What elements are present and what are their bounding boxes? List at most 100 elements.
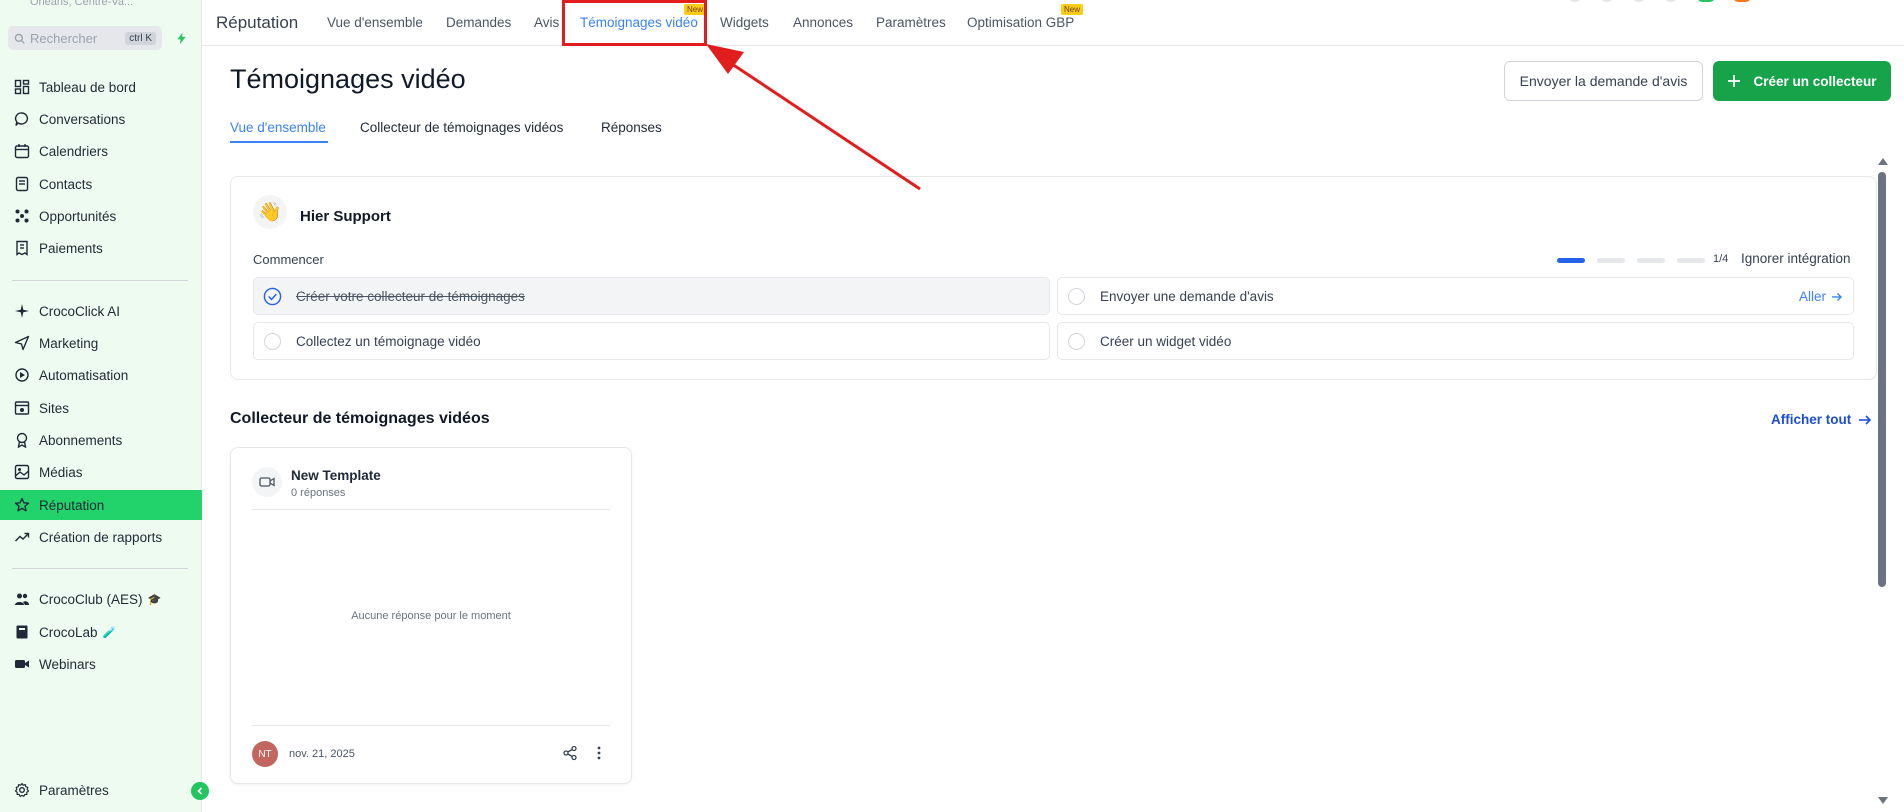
header-icon[interactable] <box>1600 0 1614 2</box>
search-input[interactable]: Rechercher ctrl K <box>8 26 162 50</box>
sidebar-item-contacts[interactable]: Contacts <box>0 169 202 199</box>
sidebar-item-label: Paramètres <box>39 782 109 798</box>
created-date: nov. 21, 2025 <box>289 748 355 760</box>
progress-step <box>1637 258 1665 263</box>
share-icon[interactable] <box>562 745 578 761</box>
new-badge: New <box>1061 4 1084 15</box>
collapse-sidebar-button[interactable] <box>191 782 209 800</box>
sidebar-item-label: Tableau de bord <box>39 79 136 95</box>
header-icon[interactable] <box>1568 0 1582 2</box>
contacts-icon <box>15 176 29 192</box>
sidebar-item-crocolab[interactable]: CrocoLab 🧪 <box>0 617 202 647</box>
search-placeholder: Rechercher <box>30 30 98 46</box>
video-icon <box>15 660 29 668</box>
site-icon <box>14 401 30 415</box>
header-icon[interactable] <box>1664 0 1678 2</box>
sidebar-item-marketing[interactable]: Marketing <box>0 328 202 358</box>
sidebar-item-payments[interactable]: Paiements <box>0 233 202 263</box>
plus-icon <box>1728 75 1741 87</box>
divider <box>252 509 610 510</box>
onboarding-card: 👋 Hier Support Commencer 1/4 Ignorer int… <box>230 176 1877 380</box>
sidebar-item-automation[interactable]: Automatisation <box>0 360 202 390</box>
sidebar-item-sites[interactable]: Sites <box>0 393 202 423</box>
trend-icon <box>15 532 30 542</box>
subtab-collector[interactable]: Collecteur de témoignages vidéos <box>360 120 563 135</box>
sidebar-item-media[interactable]: Médias <box>0 457 202 487</box>
send-review-request-button[interactable]: Envoyer la demande d'avis <box>1504 61 1703 101</box>
sidebar-item-webinars[interactable]: Webinars <box>0 649 202 679</box>
sparkle-icon <box>15 304 29 318</box>
header-avatar[interactable] <box>1696 0 1716 2</box>
sidebar-item-subscriptions[interactable]: Abonnements <box>0 425 202 455</box>
task-send-request[interactable]: Envoyer une demande d'avis Aller <box>1057 277 1854 315</box>
tab-requests[interactable]: Demandes <box>446 15 511 30</box>
sidebar-item-label: CrocoLab <box>39 624 98 640</box>
sidebar-item-label: CrocoClub (AES) <box>39 591 143 607</box>
user-avatar[interactable] <box>1732 0 1752 2</box>
collector-card[interactable]: New Template 0 réponses Aucune réponse p… <box>230 447 632 784</box>
task-create-collector[interactable]: Créer votre collecteur de témoignages <box>253 277 1050 315</box>
arrow-right-icon <box>1859 414 1872 425</box>
tab-listings[interactable]: Annonces <box>793 15 853 30</box>
image-icon <box>14 464 30 480</box>
chevron-left-icon <box>197 787 203 795</box>
create-collector-button[interactable]: Créer un collecteur <box>1713 61 1891 101</box>
header-icon[interactable] <box>1632 0 1646 2</box>
automation-icon <box>15 368 29 382</box>
receipt-icon <box>16 240 28 256</box>
calendar-icon <box>14 144 30 159</box>
progress-step <box>1557 258 1585 263</box>
sidebar-item-crococlub[interactable]: CrocoClub (AES) 🎓 <box>0 584 202 614</box>
empty-state-text: Aucune réponse pour le moment <box>351 610 511 622</box>
empty-circle-icon <box>1068 333 1085 350</box>
sidebar-item-settings[interactable]: Paramètres <box>0 775 202 805</box>
scroll-down-arrow[interactable] <box>1878 797 1888 804</box>
sidebar-item-label: Opportunités <box>39 208 117 224</box>
tab-overview[interactable]: Vue d'ensemble <box>327 15 423 30</box>
task-label: Créer votre collecteur de témoignages <box>296 288 525 304</box>
scroll-up-arrow[interactable] <box>1878 158 1888 165</box>
sidebar-item-label: Médias <box>39 464 83 480</box>
location-label[interactable]: Orléans, Centre-Va... <box>30 0 133 8</box>
task-collect-testimonial[interactable]: Collectez un témoignage vidéo <box>253 322 1050 360</box>
annotation-highlight-box <box>562 0 707 46</box>
sidebar-item-crococlick-ai[interactable]: CrocoClick AI <box>0 296 202 326</box>
quick-action-button[interactable] <box>172 28 190 48</box>
sidebar-item-calendars[interactable]: Calendriers <box>0 136 202 166</box>
sidebar-divider <box>12 280 188 281</box>
tab-widgets[interactable]: Widgets <box>720 15 769 30</box>
progress-step <box>1677 258 1705 263</box>
graduation-cap-icon: 🎓 <box>147 593 162 606</box>
sidebar-item-reporting[interactable]: Création de rapports <box>0 522 202 552</box>
button-label: Créer un collecteur <box>1753 73 1877 89</box>
collector-name[interactable]: New Template <box>291 468 381 483</box>
sidebar-item-label: Paiements <box>39 240 103 256</box>
tab-reviews[interactable]: Avis <box>534 15 559 30</box>
sidebar-divider <box>12 568 188 569</box>
tab-gbp-optimization[interactable]: Optimisation GBP New <box>967 4 1084 30</box>
tab-settings[interactable]: Paramètres <box>876 15 946 30</box>
top-navigation: Réputation Vue d'ensemble Demandes Avis … <box>202 0 1904 46</box>
scrollbar-thumb[interactable] <box>1878 172 1886 587</box>
sidebar-item-dashboard[interactable]: Tableau de bord <box>0 72 202 102</box>
more-options-icon[interactable] <box>591 745 607 761</box>
arrow-right-icon <box>1832 292 1842 301</box>
waving-hand-icon: 👋 <box>253 195 287 229</box>
subtab-responses[interactable]: Réponses <box>601 120 662 135</box>
skip-onboarding-link[interactable]: Ignorer intégration <box>1741 251 1851 266</box>
avatar: NT <box>252 741 278 767</box>
sidebar-item-label: Contacts <box>39 176 93 192</box>
users-icon <box>15 593 29 605</box>
subtab-overview[interactable]: Vue d'ensemble <box>230 120 326 135</box>
sidebar-item-conversations[interactable]: Conversations <box>0 104 202 134</box>
book-icon <box>16 625 28 639</box>
show-all-link[interactable]: Afficher tout <box>1771 412 1872 427</box>
sidebar-item-reputation[interactable]: Réputation <box>0 490 202 520</box>
pipeline-icon <box>15 209 29 223</box>
go-label: Aller <box>1798 289 1826 304</box>
chat-icon <box>14 112 29 126</box>
onboarding-start-label: Commencer <box>253 252 324 267</box>
sidebar-item-opportunities[interactable]: Opportunités <box>0 201 202 231</box>
task-create-widget[interactable]: Créer un widget vidéo <box>1057 322 1854 360</box>
go-link[interactable]: Aller <box>1799 289 1843 304</box>
